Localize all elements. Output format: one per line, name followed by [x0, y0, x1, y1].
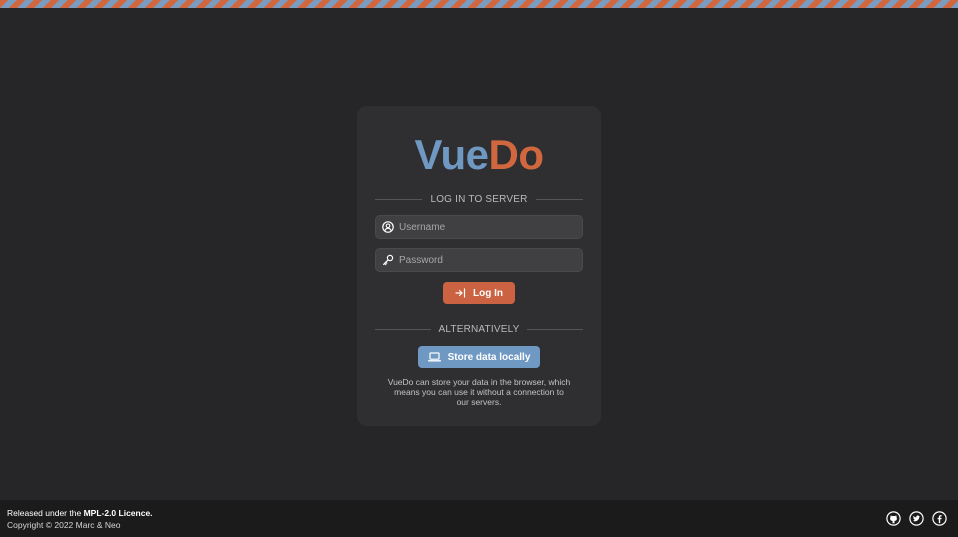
facebook-icon[interactable]: [932, 511, 947, 526]
laptop-icon: [427, 352, 441, 362]
store-locally-button[interactable]: Store data locally: [418, 346, 540, 368]
divider-line: [535, 199, 583, 200]
license-prefix: Released under the: [7, 508, 84, 518]
divider-line: [527, 329, 583, 330]
app-logo: VueDo: [357, 134, 601, 176]
username-field-wrapper: [375, 215, 583, 239]
alternative-heading: ALTERNATIVELY: [438, 324, 520, 335]
github-icon[interactable]: [886, 511, 901, 526]
login-card: VueDo LOG IN TO SERVER Username Log In A…: [357, 106, 601, 426]
alternative-divider: ALTERNATIVELY: [375, 324, 583, 335]
copyright-text: Copyright © 2022 Marc & Neo: [7, 520, 121, 530]
top-stripe-banner: [0, 0, 958, 8]
logo-part-do: Do: [488, 131, 544, 178]
twitter-icon[interactable]: [909, 511, 924, 526]
username-input[interactable]: [399, 216, 582, 238]
login-heading: LOG IN TO SERVER: [430, 194, 528, 205]
footer: Released under the MPL-2.0 Licence. Copy…: [0, 500, 958, 537]
divider-line: [375, 199, 423, 200]
divider-line: [375, 329, 431, 330]
login-divider: LOG IN TO SERVER: [375, 194, 583, 205]
license-line: Released under the MPL-2.0 Licence.: [7, 508, 153, 518]
password-field-wrapper: [375, 248, 583, 272]
login-arrow-icon: [455, 288, 466, 298]
key-icon: [377, 249, 399, 271]
login-button[interactable]: Log In: [443, 282, 515, 304]
logo-part-vue: Vue: [414, 131, 489, 178]
local-storage-description: VueDo can store your data in the browser…: [387, 377, 571, 407]
password-input[interactable]: [399, 249, 582, 271]
license-link[interactable]: MPL-2.0 Licence.: [84, 508, 153, 518]
user-circle-icon: [377, 216, 399, 238]
store-locally-label: Store data locally: [447, 351, 531, 363]
login-button-label: Log In: [473, 287, 503, 299]
